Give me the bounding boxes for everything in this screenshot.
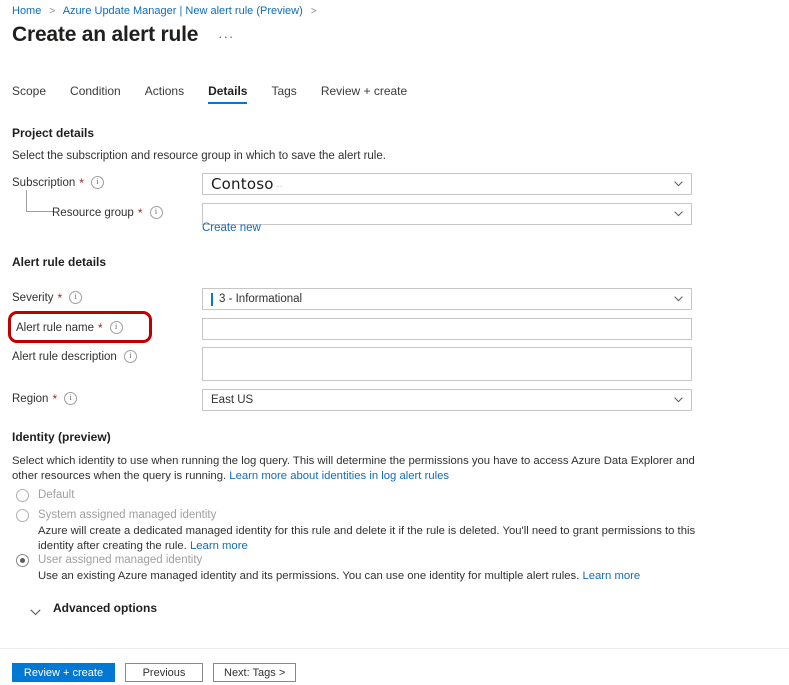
radio-system-assigned-label: System assigned managed identity <box>38 509 217 521</box>
region-dropdown[interactable]: East US <box>202 389 692 411</box>
info-icon[interactable] <box>69 291 83 304</box>
alert-rule-description-input[interactable] <box>202 347 692 381</box>
alert-rule-name-input[interactable] <box>202 318 692 340</box>
breadcrumb: Home > Azure Update Manager | New alert … <box>12 4 322 19</box>
user-assigned-learn-more-link[interactable]: Learn more <box>582 570 640 582</box>
alert-rule-name-label: Alert rule name * <box>16 321 123 334</box>
resource-group-dropdown[interactable] <box>202 203 692 225</box>
radio-user-assigned-description-text: Use an existing Azure managed identity a… <box>38 570 583 582</box>
info-icon[interactable] <box>64 392 78 405</box>
info-icon[interactable] <box>109 321 123 334</box>
chevron-down-icon <box>674 181 683 187</box>
breadcrumb-item-home[interactable]: Home <box>12 5 41 17</box>
page-header: Create an alert rule ··· <box>12 22 234 50</box>
create-alert-rule-page: Home > Azure Update Manager | New alert … <box>0 0 789 685</box>
subscription-label: Subscription * <box>12 176 104 189</box>
radio-default-label: Default <box>38 489 75 501</box>
alert-rule-description-label: Alert rule description <box>12 350 137 363</box>
radio-user-assigned[interactable] <box>16 554 29 567</box>
tab-condition[interactable]: Condition <box>70 84 121 104</box>
radio-system-assigned-description-text: Azure will create a dedicated managed id… <box>38 525 696 552</box>
tree-connector <box>26 190 53 212</box>
chevron-down-icon <box>674 296 683 302</box>
create-new-resource-group-link[interactable]: Create new <box>202 222 261 234</box>
subscription-dropdown[interactable]: Contoso .. <box>202 173 692 195</box>
wizard-tabs: Scope Condition Actions Details Tags Rev… <box>12 84 431 108</box>
severity-label: Severity * <box>12 291 83 304</box>
tab-details[interactable]: Details <box>208 84 248 104</box>
identity-description: Select which identity to use when runnin… <box>12 454 698 483</box>
advanced-options-label: Advanced options <box>53 601 158 615</box>
alert-rule-details-heading: Alert rule details <box>12 255 107 269</box>
info-icon[interactable] <box>123 350 137 363</box>
tab-review-create[interactable]: Review + create <box>321 84 407 104</box>
more-options-icon[interactable]: ··· <box>218 24 234 50</box>
breadcrumb-item-alert-rule[interactable]: Azure Update Manager | New alert rule (P… <box>63 5 303 17</box>
advanced-options-toggle[interactable]: Advanced options <box>30 601 157 615</box>
info-icon[interactable] <box>149 206 163 219</box>
resource-group-label: Resource group * <box>52 206 163 219</box>
subscription-value-suffix: .. <box>276 178 283 190</box>
tab-actions[interactable]: Actions <box>145 84 184 104</box>
info-icon[interactable] <box>90 176 104 189</box>
tab-tags[interactable]: Tags <box>271 84 296 104</box>
radio-default[interactable] <box>16 489 29 502</box>
project-details-heading: Project details <box>12 126 95 140</box>
radio-user-assigned-label: User assigned managed identity <box>38 554 203 566</box>
identity-learn-more-link[interactable]: Learn more about identities in log alert… <box>229 470 449 482</box>
chevron-down-icon <box>674 211 683 217</box>
subscription-value: Contoso <box>211 175 274 193</box>
page-title: Create an alert rule <box>12 23 199 46</box>
chevron-down-icon <box>674 397 683 403</box>
region-value: East US <box>211 394 254 406</box>
severity-value: 3 - Informational <box>219 293 303 305</box>
severity-indicator <box>211 292 213 306</box>
severity-dropdown[interactable]: 3 - Informational <box>202 288 692 310</box>
radio-system-assigned-description: Azure will create a dedicated managed id… <box>38 524 714 553</box>
identity-heading: Identity (preview) <box>12 430 111 444</box>
region-label: Region * <box>12 392 78 405</box>
tab-scope[interactable]: Scope <box>12 84 46 104</box>
review-create-button[interactable]: Review + create <box>12 663 115 682</box>
radio-system-assigned[interactable] <box>16 509 29 522</box>
next-tags-button[interactable]: Next: Tags > <box>213 663 297 682</box>
footer-actions: Review + create Previous Next: Tags > <box>12 663 306 682</box>
radio-user-assigned-description: Use an existing Azure managed identity a… <box>38 569 714 584</box>
breadcrumb-separator-trailing: > <box>310 6 317 17</box>
breadcrumb-separator: > <box>49 6 56 17</box>
project-details-description: Select the subscription and resource gro… <box>12 150 386 162</box>
system-assigned-learn-more-link[interactable]: Learn more <box>190 540 248 552</box>
previous-button[interactable]: Previous <box>125 663 203 682</box>
chevron-down-icon <box>30 605 41 615</box>
footer-divider <box>0 648 789 649</box>
